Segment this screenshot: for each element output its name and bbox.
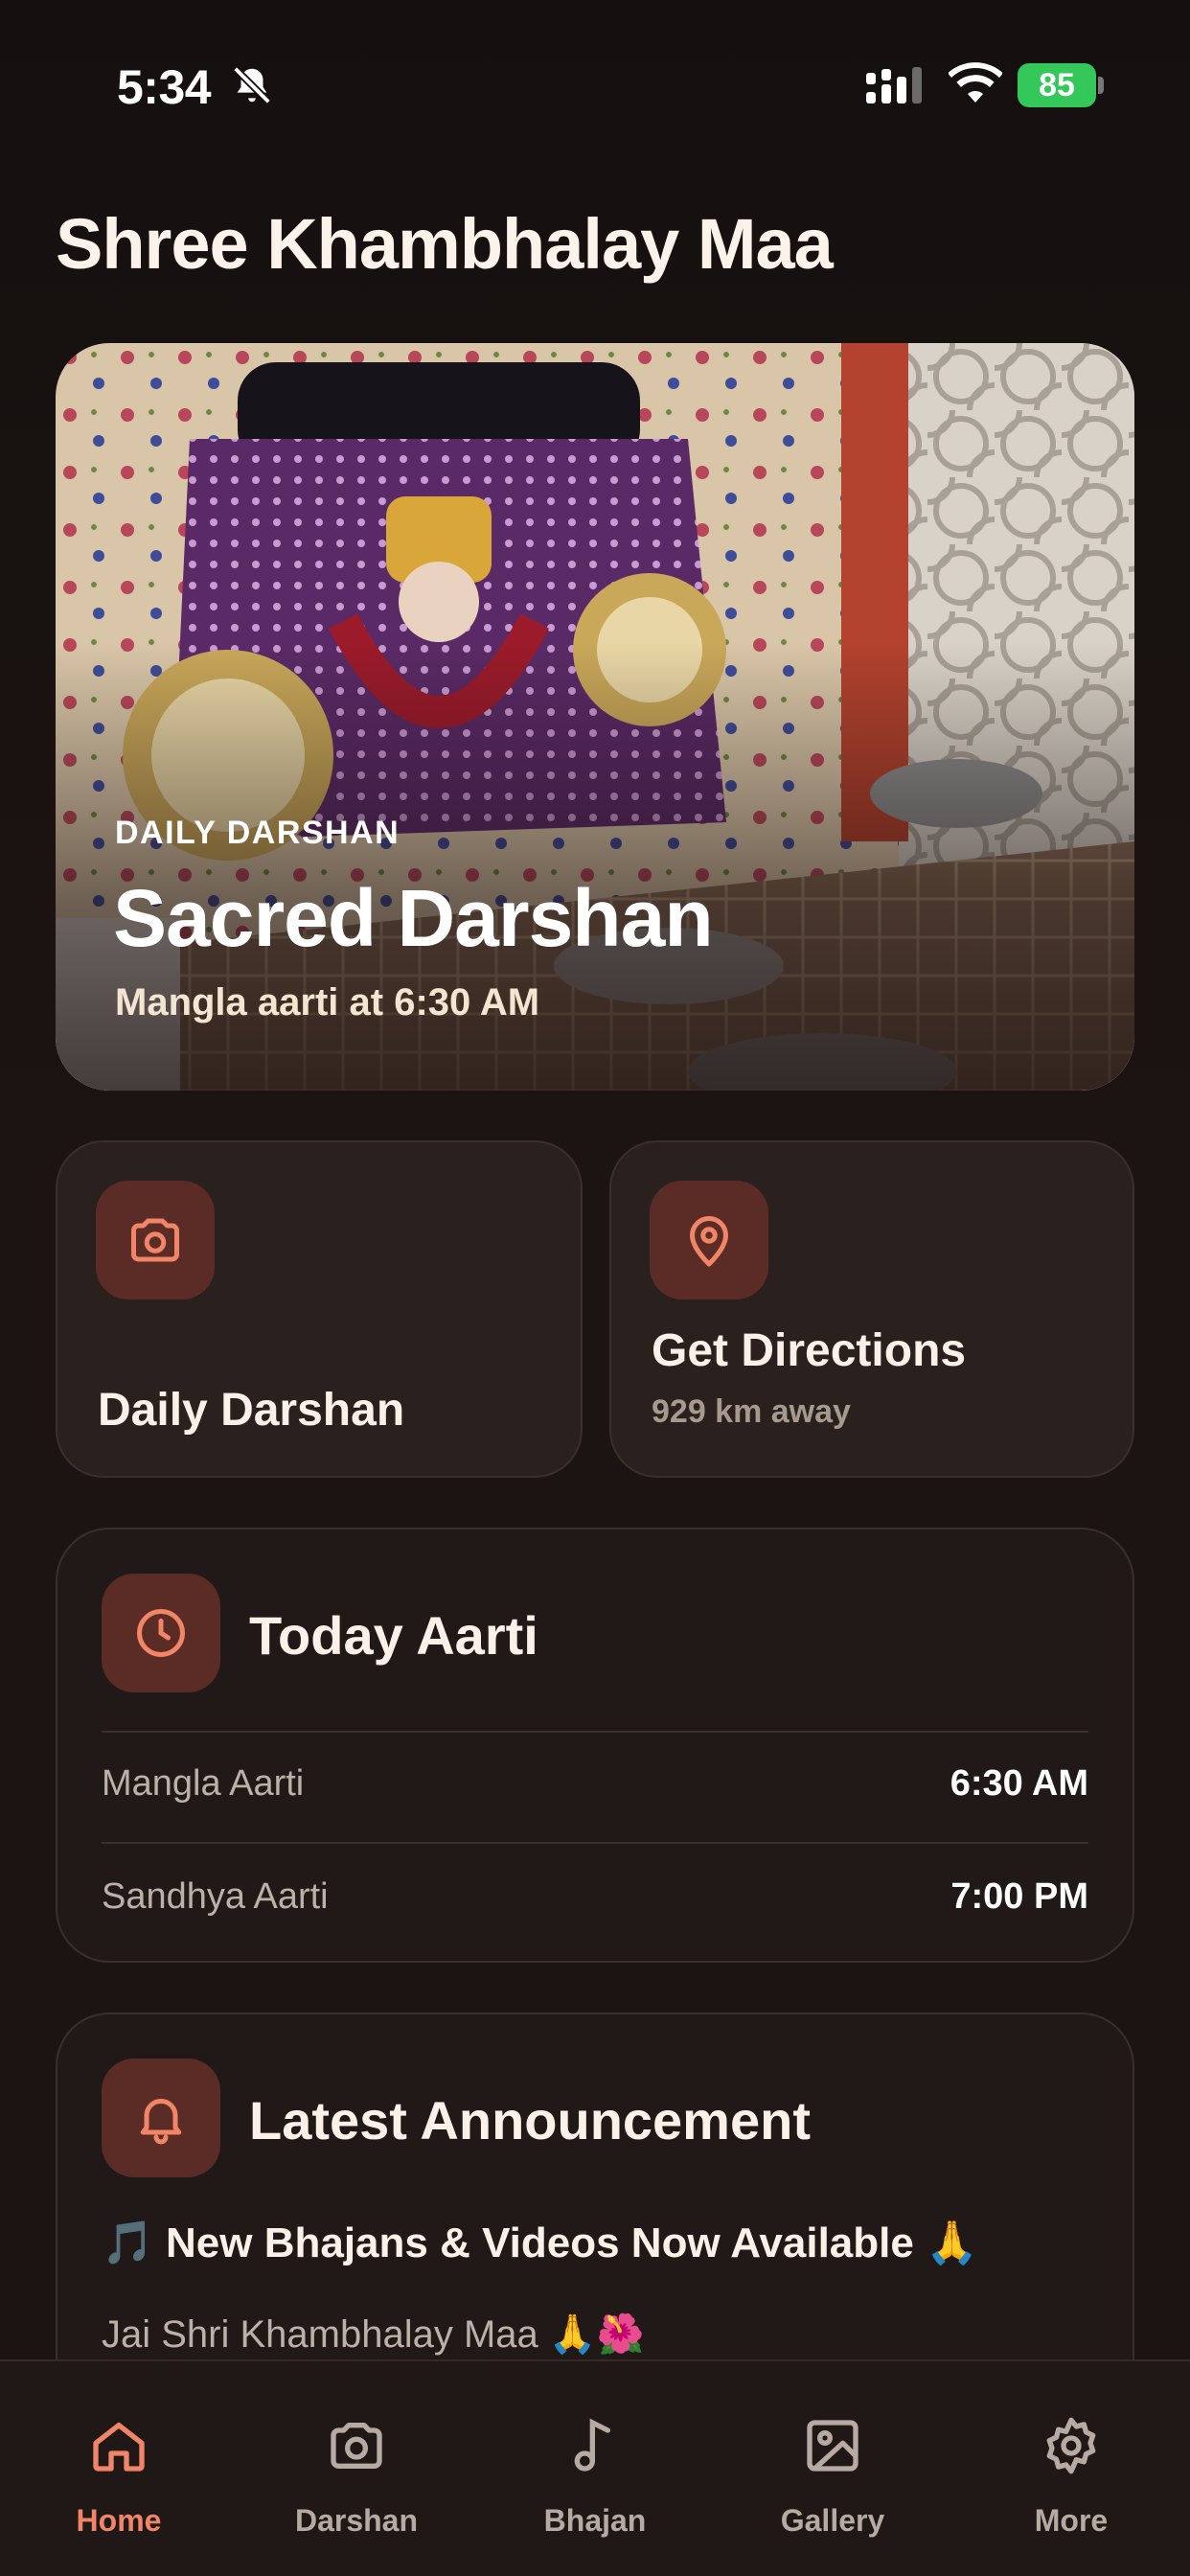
tab-bhajan-label: Bhajan bbox=[543, 2503, 647, 2538]
bell-off-icon bbox=[233, 66, 271, 104]
announcement-icon-tile bbox=[102, 2058, 220, 2177]
divider bbox=[102, 1731, 1088, 1733]
tab-more-label: More bbox=[1034, 2503, 1109, 2538]
hero-gradient-overlay bbox=[56, 343, 1134, 1091]
tab-more[interactable]: More bbox=[952, 2361, 1190, 2576]
camera-icon bbox=[331, 2423, 382, 2469]
tab-home[interactable]: Home bbox=[0, 2361, 238, 2576]
aarti-icon-tile bbox=[102, 1574, 220, 1692]
location-pin-icon bbox=[690, 1216, 728, 1267]
tab-home-label: Home bbox=[76, 2503, 162, 2538]
hero-darshan-card[interactable]: DAILY DARSHAN Sacred Darshan Mangla aart… bbox=[56, 343, 1134, 1091]
hero-subtitle: Mangla aarti at 6:30 AM bbox=[115, 981, 540, 1024]
clock-icon bbox=[137, 1609, 185, 1657]
camera-icon bbox=[131, 1218, 179, 1262]
announcement-body: Jai Shri Khambhalay Maa 🙏🌺 bbox=[102, 2313, 645, 2356]
tab-gallery-label: Gallery bbox=[780, 2503, 885, 2538]
daily-darshan-icon-tile bbox=[96, 1181, 215, 1300]
wifi-icon bbox=[949, 62, 1002, 103]
tab-darshan-label: Darshan bbox=[294, 2503, 419, 2538]
bell-icon bbox=[140, 2099, 182, 2145]
status-bar: 5:34 85 bbox=[0, 0, 1190, 172]
today-aarti-title: Today Aarti bbox=[249, 1605, 538, 1666]
distance-text: 929 km away bbox=[652, 1393, 851, 1430]
tab-darshan[interactable]: Darshan bbox=[238, 2361, 475, 2576]
image-icon bbox=[807, 2420, 858, 2472]
aarti-name: Sandhya Aarti bbox=[102, 1876, 329, 1917]
hero-tag: DAILY DARSHAN bbox=[115, 815, 400, 851]
daily-darshan-label: Daily Darshan bbox=[98, 1385, 405, 1436]
get-directions-card[interactable]: Get Directions 929 km away bbox=[609, 1140, 1134, 1478]
announcement-title: Latest Announcement bbox=[249, 2090, 811, 2150]
home-screen: 5:34 85 Shree Khambhalay Maa DAILY DARSH… bbox=[0, 0, 1190, 2576]
daily-darshan-card[interactable]: Daily Darshan bbox=[56, 1140, 583, 1478]
status-time: 5:34 bbox=[117, 60, 212, 114]
today-aarti-card: Today Aarti Mangla Aarti 6:30 AM Sandhya… bbox=[56, 1528, 1134, 1963]
home-icon bbox=[93, 2423, 145, 2472]
get-directions-label: Get Directions bbox=[652, 1325, 967, 1376]
battery-indicator: 85 bbox=[1018, 63, 1104, 107]
page-title: Shree Khambhalay Maa bbox=[56, 204, 834, 284]
gear-icon bbox=[1046, 2417, 1096, 2474]
aarti-time: 6:30 AM bbox=[950, 1763, 1088, 1804]
battery-tip bbox=[1098, 77, 1104, 94]
divider bbox=[102, 1842, 1088, 1844]
bottom-tab-bar: Home Darshan Bhajan Gallery More bbox=[0, 2359, 1190, 2576]
cellular-signal-icon bbox=[866, 67, 922, 104]
aarti-time: 7:00 PM bbox=[950, 1876, 1088, 1917]
announcement-headline: 🎵 New Bhajans & Videos Now Available 🙏 bbox=[102, 2220, 978, 2266]
music-note-icon bbox=[574, 2418, 610, 2472]
battery-level: 85 bbox=[1039, 67, 1075, 104]
hero-title: Sacred Darshan bbox=[113, 873, 714, 963]
tab-bhajan[interactable]: Bhajan bbox=[476, 2361, 714, 2576]
tab-gallery[interactable]: Gallery bbox=[714, 2361, 951, 2576]
aarti-name: Mangla Aarti bbox=[102, 1763, 305, 1804]
get-directions-icon-tile bbox=[650, 1181, 768, 1300]
